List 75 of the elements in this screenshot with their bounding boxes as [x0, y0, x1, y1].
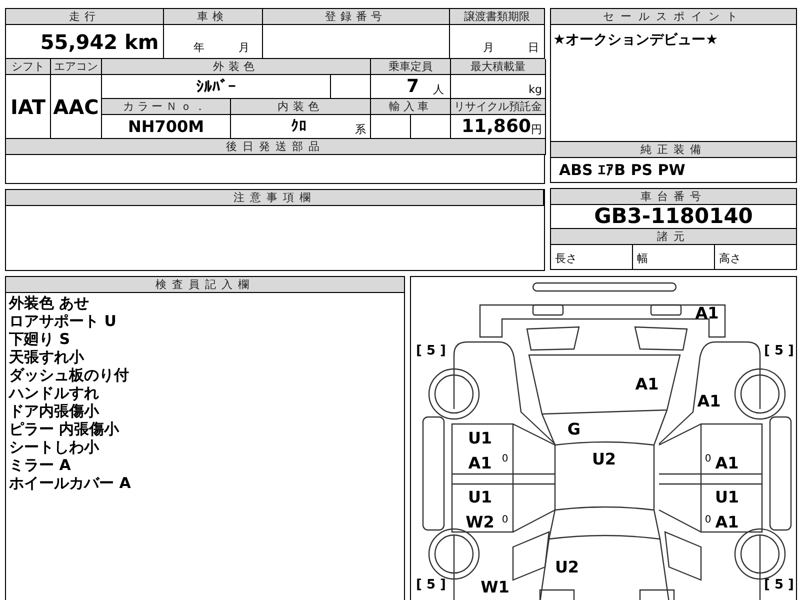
capacity-value: 7 — [406, 75, 419, 99]
sales-point-text: ★オークションデビュー★ — [553, 32, 718, 48]
inspector-note: シートしわ小 — [9, 438, 100, 456]
recycle-fee-value: 11,860 — [462, 115, 531, 139]
aircon-value: AAC — [53, 94, 99, 120]
spec-label: 高さ — [719, 250, 741, 266]
inspector-note: ピラー 内張傷小 — [9, 420, 120, 438]
inspector-note: 天張すれ小 — [9, 348, 86, 366]
inspector-note: 下廻り S — [9, 330, 72, 348]
small-mark-label: 0 — [704, 454, 712, 464]
damage-code-label: U2 — [592, 450, 616, 468]
column-header: 外装色 — [102, 59, 371, 75]
inspector-note: ドア内張傷小 — [9, 402, 100, 420]
month-unit: 月 — [238, 40, 250, 56]
inspector-note: ダッシュ板のり付 — [9, 366, 130, 384]
column-header: リサイクル預託金 — [451, 99, 546, 115]
interior-color-value: ｸﾛ — [291, 116, 307, 138]
column-header: 輸入車 — [371, 99, 451, 115]
damage-code-label: W1 — [480, 578, 510, 596]
column-header: 走行 — [6, 9, 164, 25]
damage-code-label: U1 — [714, 488, 740, 506]
inspector-note: ホイールカバー A — [9, 474, 132, 492]
interior-color-suffix: 系 — [355, 122, 366, 138]
damage-code-label: A1 — [715, 454, 739, 472]
tread-depth-label: [ 5 ] — [764, 578, 794, 592]
column-header: 車検 — [164, 9, 263, 25]
inspector-note: ハンドルすれ — [9, 384, 100, 402]
column-header: セールスポイント — [551, 9, 796, 25]
column-header: シフト — [6, 59, 51, 75]
shift-value: IAT — [10, 94, 46, 120]
tread-depth-label: [ 5 ] — [416, 578, 446, 592]
column-header: 諸元 — [551, 229, 796, 245]
damage-code-label: A1 — [697, 392, 721, 410]
inspector-note: 外装色 あせ — [9, 294, 90, 312]
month-unit: 月 — [483, 40, 494, 56]
load-unit: kg — [528, 82, 542, 98]
small-mark-label: 0 — [704, 514, 712, 526]
column-header: 検査員記入欄 — [6, 277, 404, 293]
column-header: 譲渡書類期限 — [450, 9, 545, 25]
damage-code-label: A1 — [635, 374, 659, 394]
spec-label: 長さ — [555, 250, 577, 266]
damage-code-label: W2 — [466, 512, 494, 532]
mileage-reading: 55,942 km — [40, 28, 159, 56]
column-header: 登録番号 — [262, 9, 450, 25]
yen-unit: 円 — [531, 122, 542, 138]
capacity-unit: 人 — [433, 82, 444, 98]
equipment-value: ABS ｴｱB PS PW — [559, 160, 686, 181]
tread-depth-label: [ 5 ] — [764, 344, 794, 358]
column-header: 注意事項欄 — [6, 190, 544, 206]
small-mark-label: 0 — [502, 454, 508, 464]
column-header: 乗車定員 — [371, 59, 451, 75]
year-unit: 年 — [194, 40, 205, 56]
damage-code-label: U1 — [468, 488, 492, 506]
damage-code-label: U2 — [554, 558, 580, 576]
column-header: 内装色 — [231, 99, 371, 115]
tread-depth-label: [ 5 ] — [416, 344, 446, 358]
exterior-color-value: ｼﾙﾊﾞｰ — [196, 76, 236, 98]
column-header: 最大積載量 — [451, 59, 546, 75]
color-number-value: NH700M — [128, 116, 204, 138]
damage-code-label: A1 — [715, 512, 739, 532]
damage-code-label: G — [567, 420, 581, 438]
damage-code-label: A1 — [468, 454, 492, 472]
column-header: 車台番号 — [551, 189, 796, 205]
small-mark-label: 0 — [502, 514, 508, 526]
column-header: 後日発送部品 — [6, 139, 546, 155]
day-unit: 日 — [528, 40, 539, 56]
chassis-number: GB3-1180140 — [594, 202, 753, 230]
column-header: エアコン — [51, 59, 102, 75]
spec-label: 幅 — [637, 250, 648, 266]
damage-code-label: U1 — [468, 428, 492, 448]
column-header: カラーＮｏ． — [102, 99, 231, 115]
damage-code-label: A1 — [695, 304, 719, 322]
column-header: 純正装備 — [551, 142, 796, 158]
inspector-note: ロアサポート U — [9, 312, 118, 330]
inspector-note: ミラー A — [9, 456, 72, 474]
